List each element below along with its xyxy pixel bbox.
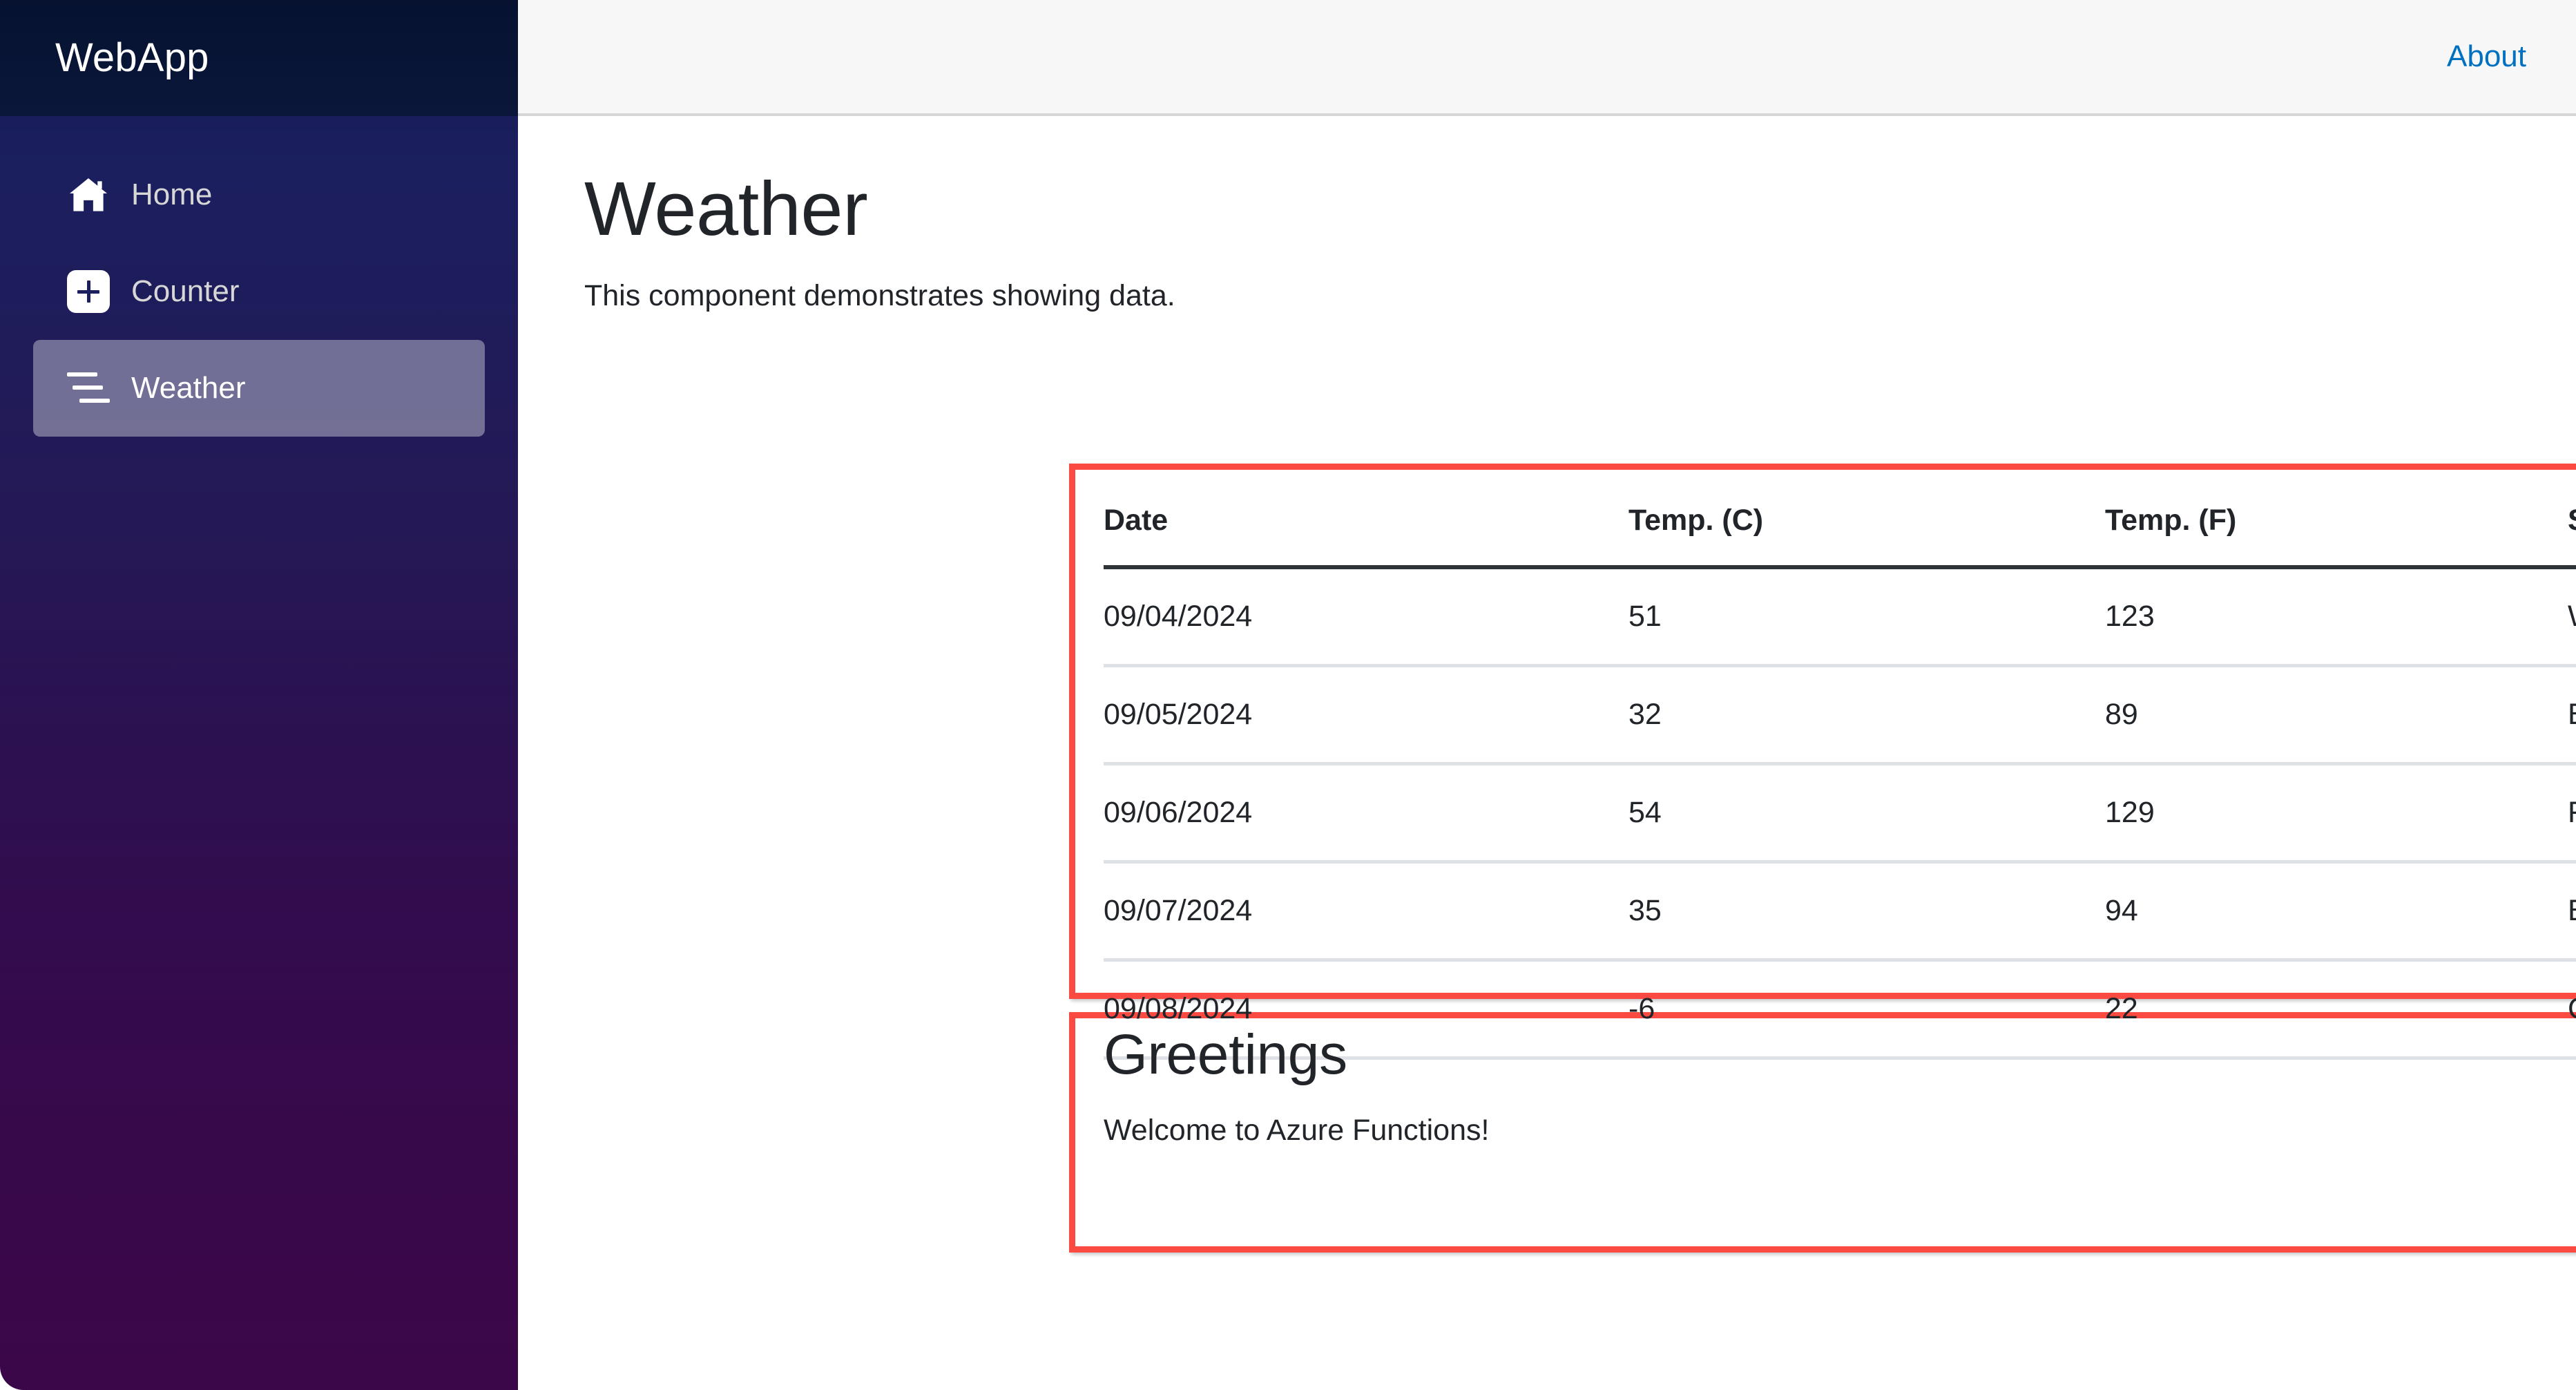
cell-summary: Balmy xyxy=(2568,665,2576,765)
sidebar-item-home[interactable]: Home xyxy=(33,146,485,243)
app-root: WebApp Home Counter Weather About Weathe… xyxy=(0,0,2576,1390)
sidebar-item-weather[interactable]: Weather xyxy=(33,340,485,437)
home-icon xyxy=(62,169,115,221)
page-title: Weather xyxy=(584,166,868,251)
brand-title[interactable]: WebApp xyxy=(55,38,209,78)
column-header-date[interactable]: Date xyxy=(1104,479,1628,569)
sidebar-item-label-weather: Weather xyxy=(131,371,246,405)
sidebar-item-label-counter: Counter xyxy=(131,274,240,308)
top-bar: About xyxy=(518,0,2576,116)
cell-temp-c: 32 xyxy=(1628,665,2105,765)
table-row: 09/07/2024 35 94 Bracing xyxy=(1104,861,2576,962)
greetings-title: Greetings xyxy=(1104,1023,1347,1086)
cell-date: 09/07/2024 xyxy=(1104,861,1628,962)
cell-temp-c: 51 xyxy=(1628,567,2105,667)
greetings-section: Greetings Welcome to Azure Functions! xyxy=(1104,1027,2576,1148)
page-content: Weather This component demonstrates show… xyxy=(518,116,2576,1390)
table-header-row: Date Temp. (C) Temp. (F) Summary xyxy=(1104,479,2576,569)
list-icon xyxy=(62,362,115,415)
cell-temp-f: 94 xyxy=(2105,861,2568,962)
cell-temp-f: 89 xyxy=(2105,665,2568,765)
cell-summary: Bracing xyxy=(2568,861,2576,962)
cell-date: 09/05/2024 xyxy=(1104,665,1628,765)
sidebar-item-counter[interactable]: Counter xyxy=(33,243,485,340)
cell-date: 09/06/2024 xyxy=(1104,763,1628,864)
cell-temp-c: 54 xyxy=(1628,763,2105,864)
sidebar-header: WebApp xyxy=(0,0,518,116)
cell-summary: Warm xyxy=(2568,567,2576,667)
column-header-temp-c[interactable]: Temp. (C) xyxy=(1628,479,2105,569)
cell-temp-c: 35 xyxy=(1628,861,2105,962)
table-row: 09/04/2024 51 123 Warm xyxy=(1104,567,2576,667)
table-row: 09/05/2024 32 89 Balmy xyxy=(1104,665,2576,765)
weather-table-body: 09/04/2024 51 123 Warm 09/05/2024 32 89 … xyxy=(1104,567,2576,1060)
main-column: About Weather This component demonstrate… xyxy=(518,0,2576,1390)
sidebar-nav: Home Counter Weather xyxy=(0,116,518,437)
column-header-summary[interactable]: Summary xyxy=(2568,479,2576,569)
sidebar: WebApp Home Counter Weather xyxy=(0,0,518,1390)
cell-date: 09/04/2024 xyxy=(1104,567,1628,667)
cell-temp-f: 123 xyxy=(2105,567,2568,667)
about-link[interactable]: About xyxy=(2447,39,2526,74)
cell-summary: Freezing xyxy=(2568,763,2576,864)
table-row: 09/06/2024 54 129 Freezing xyxy=(1104,763,2576,864)
cell-temp-f: 129 xyxy=(2105,763,2568,864)
weather-table-head: Date Temp. (C) Temp. (F) Summary xyxy=(1104,479,2576,569)
column-header-temp-f[interactable]: Temp. (F) xyxy=(2105,479,2568,569)
page-subtitle: This component demonstrates showing data… xyxy=(584,279,1175,312)
sidebar-item-label-home: Home xyxy=(131,178,213,211)
plus-box-icon xyxy=(62,265,115,318)
weather-table: Date Temp. (C) Temp. (F) Summary 09/04/2… xyxy=(1104,479,2576,1060)
greetings-message: Welcome to Azure Functions! xyxy=(1104,1114,1490,1147)
